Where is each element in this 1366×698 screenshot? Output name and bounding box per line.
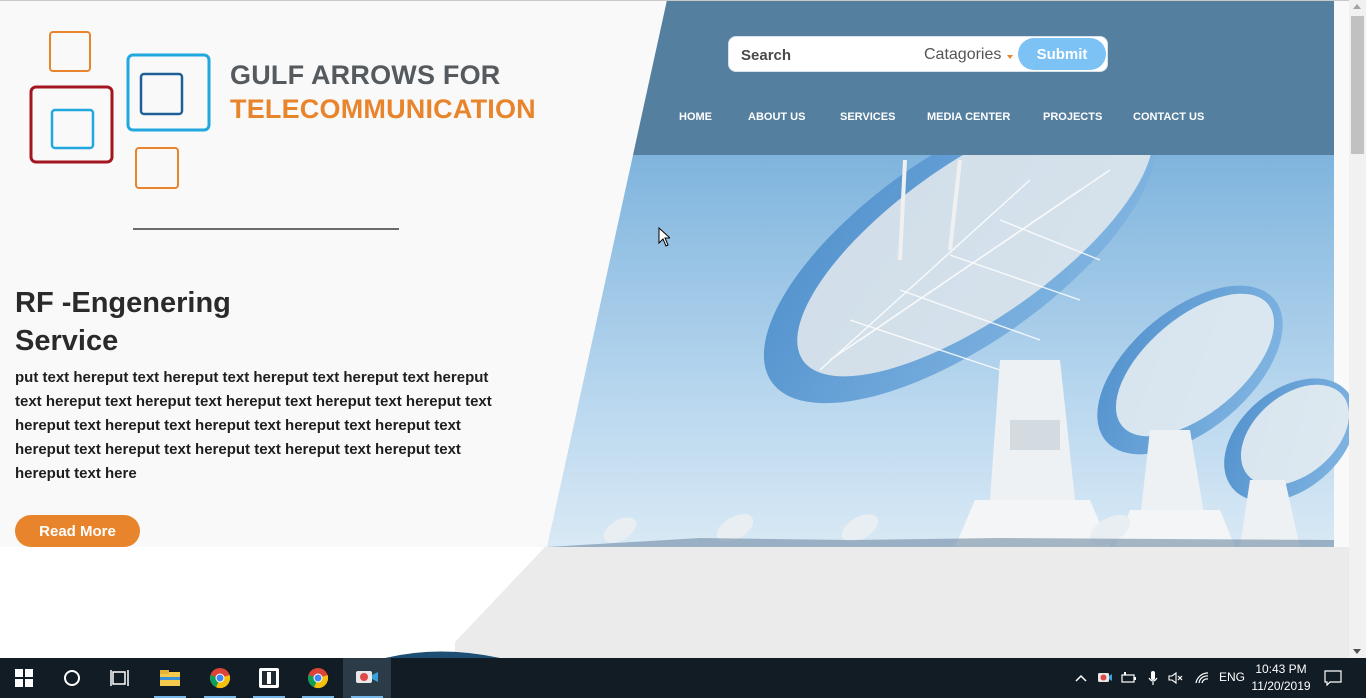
hero-title-line2: Service	[15, 325, 119, 357]
scrollbar-thumb[interactable]	[1351, 16, 1364, 154]
volume-muted-icon	[1168, 671, 1183, 685]
task-view-button[interactable]	[96, 658, 144, 698]
screen-recorder-icon	[356, 671, 378, 683]
next-section-shape	[0, 547, 1349, 658]
battery-icon	[1121, 672, 1136, 683]
nav-item-media-center[interactable]: MEDIA CENTER	[927, 111, 1010, 123]
windows-taskbar: ENG 10:43 PM 11/20/2019	[0, 658, 1366, 698]
tray-battery[interactable]	[1119, 658, 1139, 698]
nav-item-projects[interactable]: PROJECTS	[1043, 111, 1102, 123]
clock-time: 10:43 PM	[1255, 662, 1307, 676]
hero-body-text: put text hereput text hereput text herep…	[15, 369, 492, 482]
tray-overflow-button[interactable]	[1071, 658, 1091, 698]
scroll-up-icon[interactable]	[1353, 4, 1361, 9]
logo-divider	[133, 228, 399, 230]
start-button[interactable]	[0, 658, 48, 698]
file-explorer-icon	[160, 670, 180, 686]
taskbar-app[interactable]	[245, 658, 293, 698]
chrome-icon	[209, 668, 231, 689]
windows-start-icon	[15, 669, 33, 687]
browser-viewport: GULF ARROWS FOR TELECOMMUNICATION RF -En…	[0, 0, 1366, 658]
hero-title: RF -Engenering Service	[15, 284, 315, 360]
scroll-down-icon[interactable]	[1353, 649, 1361, 654]
search-bar: Catagories Submit	[728, 36, 1108, 72]
clock-date: 11/20/2019	[1251, 679, 1311, 693]
taskbar-chrome-2[interactable]	[294, 658, 342, 698]
cortana-button[interactable]	[48, 658, 96, 698]
input-language[interactable]: ENG	[1219, 670, 1245, 684]
taskbar-file-explorer[interactable]	[146, 658, 194, 698]
notification-icon	[1324, 670, 1342, 686]
mouse-cursor-icon	[658, 227, 670, 247]
nav-item-contact-us[interactable]: CONTACT US	[1133, 111, 1204, 123]
nav-item-home[interactable]: HOME	[679, 111, 712, 123]
task-view-icon	[110, 670, 129, 686]
cortana-search-icon	[64, 670, 80, 686]
nav-item-services[interactable]: SERVICES	[840, 111, 895, 123]
wifi-icon	[1195, 672, 1209, 684]
app-icon	[259, 668, 279, 688]
vertical-scrollbar[interactable]	[1349, 0, 1366, 658]
submit-button[interactable]: Submit	[1018, 38, 1106, 70]
top-border	[0, 0, 1349, 1]
categories-dropdown[interactable]: Catagories	[924, 46, 1014, 64]
tray-volume[interactable]	[1166, 658, 1186, 698]
microphone-icon	[1148, 671, 1158, 685]
web-page: GULF ARROWS FOR TELECOMMUNICATION RF -En…	[0, 0, 1349, 658]
chevron-up-icon	[1075, 674, 1087, 682]
tray-wifi[interactable]	[1192, 658, 1212, 698]
chrome-icon	[307, 668, 329, 689]
categories-label: Catagories	[924, 46, 1002, 63]
taskbar-chrome-1[interactable]	[196, 658, 244, 698]
tray-recorder[interactable]	[1094, 658, 1116, 698]
search-input[interactable]	[741, 45, 911, 65]
logo-line1: GULF ARROWS FOR	[230, 60, 501, 90]
taskbar-screen-recorder[interactable]	[343, 658, 391, 698]
hero-title-line1: RF -Engenering	[15, 287, 231, 319]
clock[interactable]: 10:43 PM 11/20/2019	[1246, 661, 1316, 695]
recorder-tray-icon	[1098, 673, 1112, 682]
nav-item-about-us[interactable]: ABOUT US	[748, 111, 805, 123]
action-center-button[interactable]	[1322, 658, 1344, 698]
caret-down-icon	[1007, 55, 1014, 59]
read-more-button[interactable]: Read More	[15, 515, 140, 547]
tray-microphone[interactable]	[1143, 658, 1163, 698]
main-navigation: HOME ABOUT US SERVICES MEDIA CENTER PROJ…	[0, 111, 1349, 129]
